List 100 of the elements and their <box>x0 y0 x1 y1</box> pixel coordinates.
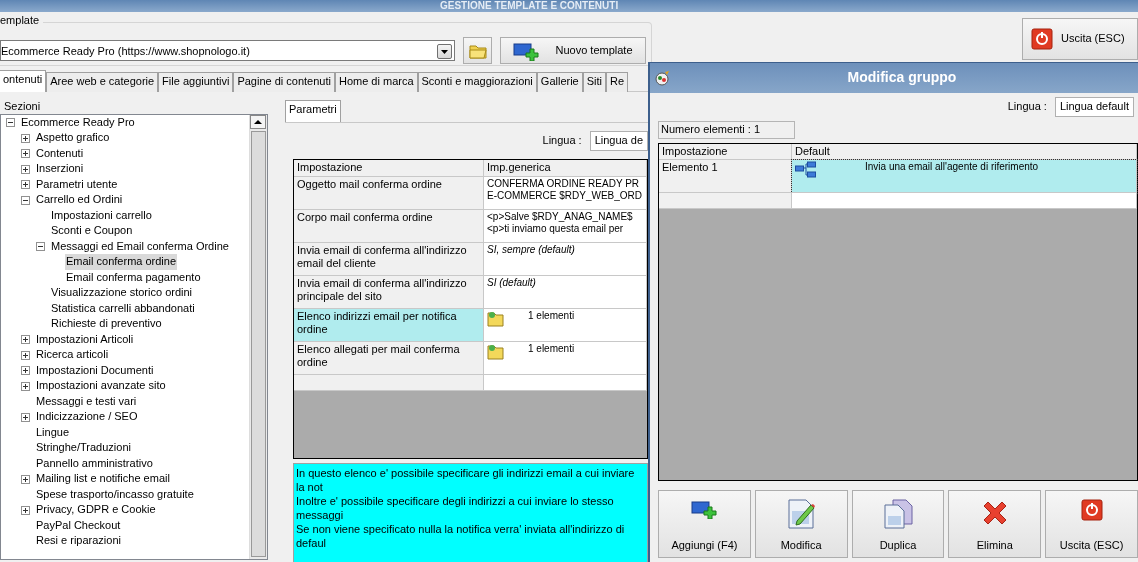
expand-toggle[interactable] <box>21 505 30 515</box>
tab[interactable]: Gallerie <box>536 72 583 92</box>
tree-item[interactable]: Impostazioni Articoli <box>35 331 135 348</box>
tree-item[interactable]: Email conferma ordine <box>65 254 178 270</box>
column-header: Imp.generica <box>484 159 647 177</box>
tree-item[interactable]: Spese trasporto/incasso gratuite <box>35 486 195 503</box>
help-text: In questo elenco e' possibile specificare gli indirizzi email a cui inviare la not Inoltre e' possibile specificare degli indirizzi a cui inviare lo stesso messaggi Se non viene specificato nulla la notifica verra' inviata all'indirizzo di defaul <box>293 462 648 562</box>
table-cell: Elenco allegati per mail conferma ordine <box>294 341 484 375</box>
power-icon <box>1031 28 1053 50</box>
tree-item[interactable]: Privacy, GDPR e Cookie <box>35 502 157 518</box>
tree-item[interactable]: Pannello amministrativo <box>35 455 154 472</box>
tree-item[interactable]: Richieste di preventivo <box>50 316 163 332</box>
table-cell: Elenco indirizzi email per notifica ordine <box>294 308 484 342</box>
tree-item[interactable]: Visualizzazione storico ordini <box>50 285 194 301</box>
group-label: Sezioni <box>3 100 42 114</box>
tree-item[interactable]: Resi e riparazioni <box>35 533 122 549</box>
tab[interactable]: Sconti e maggiorazioni <box>417 72 537 92</box>
table-cell: Invia email di conferma all'indirizzo email del cliente <box>294 242 484 276</box>
tree-item[interactable]: Indicizzazione / SEO <box>35 409 139 425</box>
edit-icon <box>787 498 816 529</box>
folder-icon <box>487 309 504 327</box>
table-cell-text: 1 elementi <box>528 342 575 356</box>
expand-toggle[interactable] <box>21 164 30 174</box>
tree-item[interactable]: Messaggi e testi vari <box>35 393 138 410</box>
table-cell: Elemento 1 <box>659 159 792 193</box>
tab[interactable]: Re <box>606 72 629 92</box>
scrollbar[interactable] <box>249 114 267 559</box>
field-label: Lingua : <box>542 134 582 148</box>
expand-toggle[interactable] <box>21 350 30 360</box>
tab[interactable]: Pagine di contenuti <box>233 72 335 92</box>
table-cell-text: Invia una email all'agente di riferimento <box>865 160 1039 174</box>
tab[interactable]: Aree web e categorie <box>46 72 159 92</box>
app-icon <box>654 70 670 86</box>
tab[interactable]: Home di marca <box>334 72 418 92</box>
tab[interactable]: Siti <box>582 72 606 92</box>
expand-toggle[interactable] <box>6 118 15 127</box>
tree-item[interactable]: Carrello ed Ordini <box>35 192 124 208</box>
expand-toggle[interactable] <box>21 366 30 375</box>
toolbar-button[interactable]: Aggiungi (F4) <box>658 489 751 558</box>
expand-toggle[interactable] <box>36 242 45 251</box>
toolbar-button[interactable]: Modifica <box>754 489 848 558</box>
add-icon <box>691 498 718 519</box>
tree-item[interactable]: Email conferma pagamento <box>65 269 202 286</box>
tree-item[interactable]: Contenuti <box>35 145 85 162</box>
tree-item[interactable]: Impostazioni Documenti <box>35 362 155 379</box>
hierarchy-icon <box>795 160 817 179</box>
tab[interactable]: File aggiuntivi <box>158 72 234 92</box>
expand-toggle[interactable] <box>21 195 30 205</box>
tree-item[interactable]: Messaggi ed Email conferma Ordine <box>50 238 230 255</box>
tree-item[interactable]: Statistica carrelli abbandonati <box>50 300 196 317</box>
template-dropdown[interactable]: Ecommerce Ready Pro (https://www.shopnologo.it) <box>0 40 455 61</box>
tree-item[interactable]: PayPal Checkout <box>35 517 122 534</box>
tree-item[interactable]: Ricerca articoli <box>35 347 110 363</box>
toolbar-button[interactable]: Duplica <box>851 489 945 558</box>
column-header: Impostazione <box>659 143 792 160</box>
field-label: Lingua : <box>1007 100 1047 114</box>
tree-item[interactable]: Mailing list e notifiche email <box>35 471 171 487</box>
table-cell: CONFERMA ORDINE READY PR E-COMMERCE $RDY_WEB_ORD <box>484 176 647 210</box>
table-cell: Invia email di conferma all'indirizzo principale del sito <box>294 275 484 309</box>
tree-item[interactable]: Ecommerce Ready Pro <box>20 114 136 131</box>
window-title: GESTIONE TEMPLATE E CONTENUTI <box>0 0 1138 12</box>
table-cell: <p>Salve $RDY_ANAG_NAME$ <p>ti inviamo questa email per <box>484 209 647 243</box>
tab[interactable]: ontenuti <box>0 70 47 92</box>
tree-item[interactable]: Impostazioni avanzate sito <box>35 378 167 394</box>
folder-icon <box>487 342 504 360</box>
tab[interactable]: Parametri <box>285 100 341 122</box>
table-cell-background[interactable]: Invia una email all'agente di riferimento <box>792 159 1137 193</box>
element-count: Numero elementi : 1 <box>658 120 795 139</box>
tree-item[interactable]: Aspetto grafico <box>35 130 111 146</box>
exit-button[interactable]: Uscita (ESC) <box>1022 18 1138 60</box>
new-template-button[interactable]: Nuovo template <box>500 37 646 64</box>
table-cell: Oggetto mail conferma ordine <box>294 176 484 210</box>
tree-item[interactable]: Lingue <box>35 424 71 441</box>
expand-toggle[interactable] <box>21 335 30 344</box>
expand-toggle[interactable] <box>21 474 30 484</box>
language-field[interactable]: Lingua de <box>589 131 648 151</box>
column-header: Default <box>792 143 1137 160</box>
scrollbar-thumb[interactable] <box>251 130 266 557</box>
tree-item[interactable]: Sconti e Coupon <box>50 223 134 239</box>
add-icon <box>513 40 540 61</box>
group-label: emplate <box>0 14 44 28</box>
expand-toggle[interactable] <box>21 149 30 158</box>
tree-item[interactable]: Impostazioni carrello <box>50 207 153 224</box>
expand-toggle[interactable] <box>21 412 30 422</box>
caret-icon <box>441 49 448 54</box>
language-field[interactable]: Lingua default <box>1054 97 1134 117</box>
duplicate-icon <box>883 498 913 529</box>
expand-toggle[interactable] <box>21 133 30 143</box>
dialog-title: Modifica gruppo <box>846 69 958 87</box>
power-icon <box>1080 498 1103 521</box>
toolbar-button[interactable]: Elimina <box>948 489 1042 558</box>
expand-toggle[interactable] <box>21 381 30 391</box>
column-header: Impostazione <box>294 159 484 177</box>
table-cell: Corpo mail conferma ordine <box>294 209 484 243</box>
tree-item[interactable]: Parametri utente <box>35 176 119 193</box>
tree-item[interactable]: Inserzioni <box>35 161 85 177</box>
table-cell: SI (default) <box>484 275 647 309</box>
tree-item[interactable]: Stringhe/Traduzioni <box>35 440 132 456</box>
toolbar-button[interactable]: Uscita (ESC) <box>1045 489 1138 558</box>
expand-toggle[interactable] <box>21 180 30 189</box>
